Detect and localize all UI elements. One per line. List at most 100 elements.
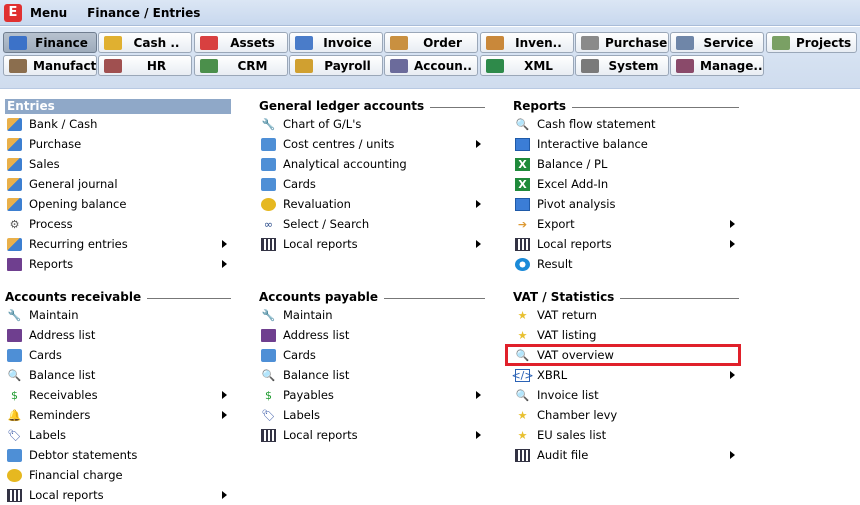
menu-item-chamber-levy[interactable]: ★ Chamber levy (513, 405, 739, 425)
toolbar-button-manufact[interactable]: Manufact.. (3, 55, 97, 76)
menu-item-balance-list[interactable]: 🔍 Balance list (259, 365, 485, 385)
section-gl: General ledger accounts 🔧 Chart of G/L's Co… (259, 99, 485, 254)
menu-item-label: Opening balance (29, 197, 127, 211)
menu-item-export[interactable]: ➔ Export (513, 214, 739, 234)
menu-item-address-list[interactable]: Address list (5, 325, 231, 345)
menu-item-maintain[interactable]: 🔧 Maintain (259, 305, 485, 325)
menu-item-select-search[interactable]: ∞ Select / Search (259, 214, 485, 234)
section-header: VAT / Statistics (513, 290, 739, 305)
menu-item-chart-of-g-l-s[interactable]: 🔧 Chart of G/L's (259, 114, 485, 134)
menu-item-labels[interactable]: 🏷 Labels (259, 405, 485, 425)
doc-icon (7, 177, 22, 191)
menu-item-bank-cash[interactable]: Bank / Cash (5, 114, 231, 134)
menu-item-label: VAT listing (537, 328, 597, 342)
toolbar-button-payroll[interactable]: Payroll (289, 55, 383, 76)
menu-item-cards[interactable]: Cards (5, 345, 231, 365)
menu-item-local-reports[interactable]: Local reports (259, 234, 485, 254)
toolbar-button-purchase[interactable]: Purchase (575, 32, 669, 53)
menu-item-debtor-statements[interactable]: Debtor statements (5, 445, 231, 465)
toolbar-button-label: HR (146, 58, 167, 73)
toolbar-button-xml[interactable]: XML (480, 55, 574, 76)
menu-item-labels[interactable]: 🏷 Labels (5, 425, 231, 445)
menu-item-reminders[interactable]: 🔔 Reminders (5, 405, 231, 425)
menu-item-vat-overview[interactable]: 🔍 VAT overview (513, 345, 739, 365)
submenu-arrow-icon (476, 431, 481, 439)
toolbar-button-accoun[interactable]: Accoun.. (384, 55, 478, 76)
xbrl-icon: </> (511, 368, 534, 382)
toolbar-button-projects[interactable]: Projects (766, 32, 857, 53)
section-reports: Reports 🔍 Cash flow statement Interactive b… (513, 99, 739, 274)
menu-item-interactive-balance[interactable]: Interactive balance (513, 134, 739, 154)
menu-item-pivot-analysis[interactable]: Pivot analysis (513, 194, 739, 214)
menu-item-result[interactable]: Result (513, 254, 739, 274)
menu-item-excel-add-in[interactable]: X Excel Add-In (513, 174, 739, 194)
toolbar-button-cash[interactable]: Cash .. (98, 32, 192, 53)
assets-icon (200, 35, 218, 50)
purchase-icon (581, 35, 599, 50)
menu-item-label: Recurring entries (29, 237, 128, 251)
menu-item-purchase[interactable]: Purchase (5, 134, 231, 154)
app-logo[interactable]: E (4, 3, 22, 22)
coin-icon (7, 468, 22, 482)
section-ar: Accounts receivable 🔧 Maintain Address list… (5, 290, 231, 505)
menu-item-maintain[interactable]: 🔧 Maintain (5, 305, 231, 325)
submenu-arrow-icon (476, 240, 481, 248)
card-icon (7, 448, 22, 462)
menu-item-balance-pl[interactable]: X Balance / PL (513, 154, 739, 174)
menu-item-recurring-entries[interactable]: Recurring entries (5, 234, 231, 254)
menu-item-balance-list[interactable]: 🔍 Balance list (5, 365, 231, 385)
menu-item-cost-centres-units[interactable]: Cost centres / units (259, 134, 485, 154)
menu-item-payables[interactable]: $ Payables (259, 385, 485, 405)
invoice-icon (295, 35, 313, 50)
menu-item-eu-sales-list[interactable]: ★ EU sales list (513, 425, 739, 445)
menu-item-reports[interactable]: Reports (5, 254, 231, 274)
menu-item-label: Receivables (29, 388, 98, 402)
toolbar-button-invoice[interactable]: Invoice (289, 32, 383, 53)
menu-item-local-reports[interactable]: Local reports (5, 485, 231, 505)
toolbar-button-inven[interactable]: Inven.. (480, 32, 574, 53)
menu-item-analytical-accounting[interactable]: Analytical accounting (259, 154, 485, 174)
menu-item-cash-flow-statement[interactable]: 🔍 Cash flow statement (513, 114, 739, 134)
menu-item-vat-return[interactable]: ★ VAT return (513, 305, 739, 325)
toolbar-button-order[interactable]: Order (384, 32, 478, 53)
toolbar-button-crm[interactable]: CRM (194, 55, 288, 76)
menu-item-local-reports[interactable]: Local reports (259, 425, 485, 445)
grid-icon (261, 428, 276, 442)
submenu-arrow-icon (222, 491, 227, 499)
menu-item-label: Cards (283, 348, 316, 362)
toolbar-button-label: Manufact.. (33, 58, 97, 73)
table-icon (515, 137, 530, 151)
toolbar-button-manage[interactable]: Manage.. (670, 55, 764, 76)
wrench-icon: 🔧 (261, 117, 276, 131)
menu-item-sales[interactable]: Sales (5, 154, 231, 174)
menu-item-cards[interactable]: Cards (259, 174, 485, 194)
toolbar-button-finance[interactable]: Finance (3, 32, 97, 53)
section-title: Entries (7, 99, 55, 113)
xml-icon (486, 58, 504, 73)
menu-item-audit-file[interactable]: Audit file (513, 445, 739, 465)
toolbar-button-assets[interactable]: Assets (194, 32, 288, 53)
menu-item-receivables[interactable]: $ Receivables (5, 385, 231, 405)
menu-item-invoice-list[interactable]: 🔍 Invoice list (513, 385, 739, 405)
menu-item-opening-balance[interactable]: Opening balance (5, 194, 231, 214)
submenu-arrow-icon (730, 451, 735, 459)
toolbar-button-service[interactable]: Service (670, 32, 764, 53)
menu-item-cards[interactable]: Cards (259, 345, 485, 365)
menu-item-xbrl[interactable]: </> XBRL (511, 365, 739, 385)
toolbar-button-hr[interactable]: HR (98, 55, 192, 76)
menu-item-general-journal[interactable]: General journal (5, 174, 231, 194)
xl-icon: X (515, 157, 530, 171)
menu-item-address-list[interactable]: Address list (259, 325, 485, 345)
inventory-icon (486, 35, 504, 50)
menu-button[interactable]: Menu (30, 6, 67, 20)
menu-item-label: Cards (283, 177, 316, 191)
menu-item-revaluation[interactable]: Revaluation (259, 194, 485, 214)
service-icon (676, 35, 694, 50)
menu-item-local-reports[interactable]: Local reports (513, 234, 739, 254)
coin-icon (261, 197, 276, 211)
menu-item-financial-charge[interactable]: Financial charge (5, 465, 231, 485)
toolbar-button-system[interactable]: System (575, 55, 669, 76)
menu-item-vat-listing[interactable]: ★ VAT listing (513, 325, 739, 345)
menu-item-process[interactable]: ⚙ Process (5, 214, 231, 234)
manufacturing-icon (9, 58, 27, 73)
